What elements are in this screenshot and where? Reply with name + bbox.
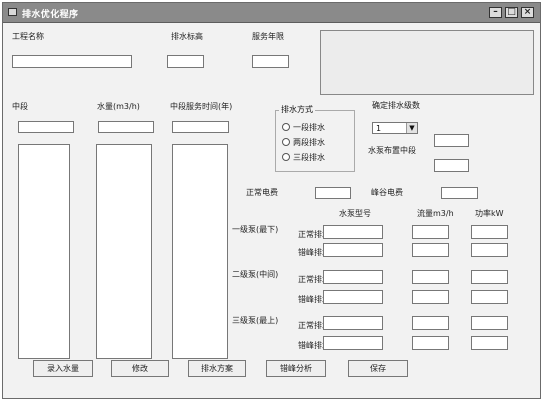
window-title: 排水优化程序	[22, 10, 79, 20]
enter-water-button[interactable]: 录入水量	[33, 360, 93, 377]
stage2-peak-flow-input[interactable]	[412, 290, 449, 304]
level-service-time-label: 中段服务时间(年)	[170, 102, 233, 111]
level-service-time-input[interactable]	[172, 121, 229, 133]
stages-select-value: 1	[376, 124, 382, 133]
stage2-peak-power-input[interactable]	[471, 290, 508, 304]
stage2-label: 二级泵(中间)	[232, 270, 279, 279]
power-header: 功率kW	[475, 209, 504, 218]
radio-one-stage-label: 一段排水	[293, 123, 325, 132]
level-input[interactable]	[18, 121, 74, 133]
stage2-normal-model-input[interactable]	[323, 270, 383, 284]
normal-electricity-input[interactable]	[315, 187, 351, 199]
confirm-stages-label: 确定排水级数	[372, 101, 420, 110]
water-volume-input[interactable]	[98, 121, 154, 133]
pump-level-input-2[interactable]	[434, 159, 469, 172]
stage3-normal-model-input[interactable]	[323, 316, 383, 330]
project-name-label: 工程名称	[12, 32, 44, 41]
service-years-input[interactable]	[252, 55, 289, 68]
level-service-time-list[interactable]	[172, 144, 228, 359]
chevron-down-icon[interactable]: ▼	[406, 123, 417, 133]
stage3-label: 三级泵(最上)	[232, 316, 279, 325]
water-volume-label: 水量(m3/h)	[97, 102, 140, 111]
radio-two-stage[interactable]	[282, 138, 290, 146]
stage3-peak-flow-input[interactable]	[412, 336, 449, 350]
stage2-peak-model-input[interactable]	[323, 290, 383, 304]
main-window: 排水优化程序 – □ × 工程名称 排水标高 服务年限 中段 水量(m3/h) …	[2, 2, 541, 399]
pump-level-label: 水泵布置中段	[368, 146, 416, 155]
stage1-peak-flow-input[interactable]	[412, 243, 449, 257]
peak-electricity-input[interactable]	[441, 187, 478, 199]
radio-two-stage-label: 两段排水	[293, 138, 325, 147]
stage3-peak-model-input[interactable]	[323, 336, 383, 350]
project-name-input[interactable]	[12, 55, 132, 68]
radio-three-stage-label: 三段排水	[293, 153, 325, 162]
app-icon	[8, 8, 17, 16]
save-button[interactable]: 保存	[348, 360, 408, 377]
stage1-normal-flow-input[interactable]	[412, 225, 449, 239]
stage3-normal-flow-input[interactable]	[412, 316, 449, 330]
modify-button[interactable]: 修改	[111, 360, 169, 377]
stage3-peak-power-input[interactable]	[471, 336, 508, 350]
stages-select[interactable]: 1 ▼	[372, 122, 418, 134]
flow-header: 流量m3/h	[417, 209, 454, 218]
minimize-button[interactable]: –	[489, 7, 502, 18]
close-button[interactable]: ×	[521, 7, 534, 18]
title-bar: 排水优化程序 – □ ×	[3, 3, 540, 23]
pump-model-header: 水泵型号	[339, 209, 371, 218]
stage1-normal-power-input[interactable]	[471, 225, 508, 239]
radio-three-stage[interactable]	[282, 153, 290, 161]
peak-electricity-label: 峰谷电费	[371, 188, 403, 197]
radio-one-stage[interactable]	[282, 123, 290, 131]
stage1-normal-model-input[interactable]	[323, 225, 383, 239]
stage1-peak-model-input[interactable]	[323, 243, 383, 257]
stage2-normal-power-input[interactable]	[471, 270, 508, 284]
stage2-normal-flow-input[interactable]	[412, 270, 449, 284]
drain-plan-button[interactable]: 排水方案	[188, 360, 246, 377]
pump-level-input-1[interactable]	[434, 134, 469, 147]
drainage-mode-title: 排水方式	[279, 104, 315, 115]
drainage-height-label: 排水标高	[171, 32, 203, 41]
info-display-box	[320, 30, 534, 95]
maximize-button[interactable]: □	[505, 7, 518, 18]
water-volume-list[interactable]	[96, 144, 152, 359]
normal-electricity-label: 正常电费	[246, 188, 278, 197]
service-years-label: 服务年限	[252, 32, 284, 41]
stage3-normal-power-input[interactable]	[471, 316, 508, 330]
stage1-peak-power-input[interactable]	[471, 243, 508, 257]
drainage-height-input[interactable]	[167, 55, 204, 68]
level-list[interactable]	[18, 144, 70, 359]
stage1-label: 一级泵(最下)	[232, 225, 279, 234]
level-label: 中段	[12, 102, 28, 111]
peak-analysis-button[interactable]: 错峰分析	[266, 360, 326, 377]
